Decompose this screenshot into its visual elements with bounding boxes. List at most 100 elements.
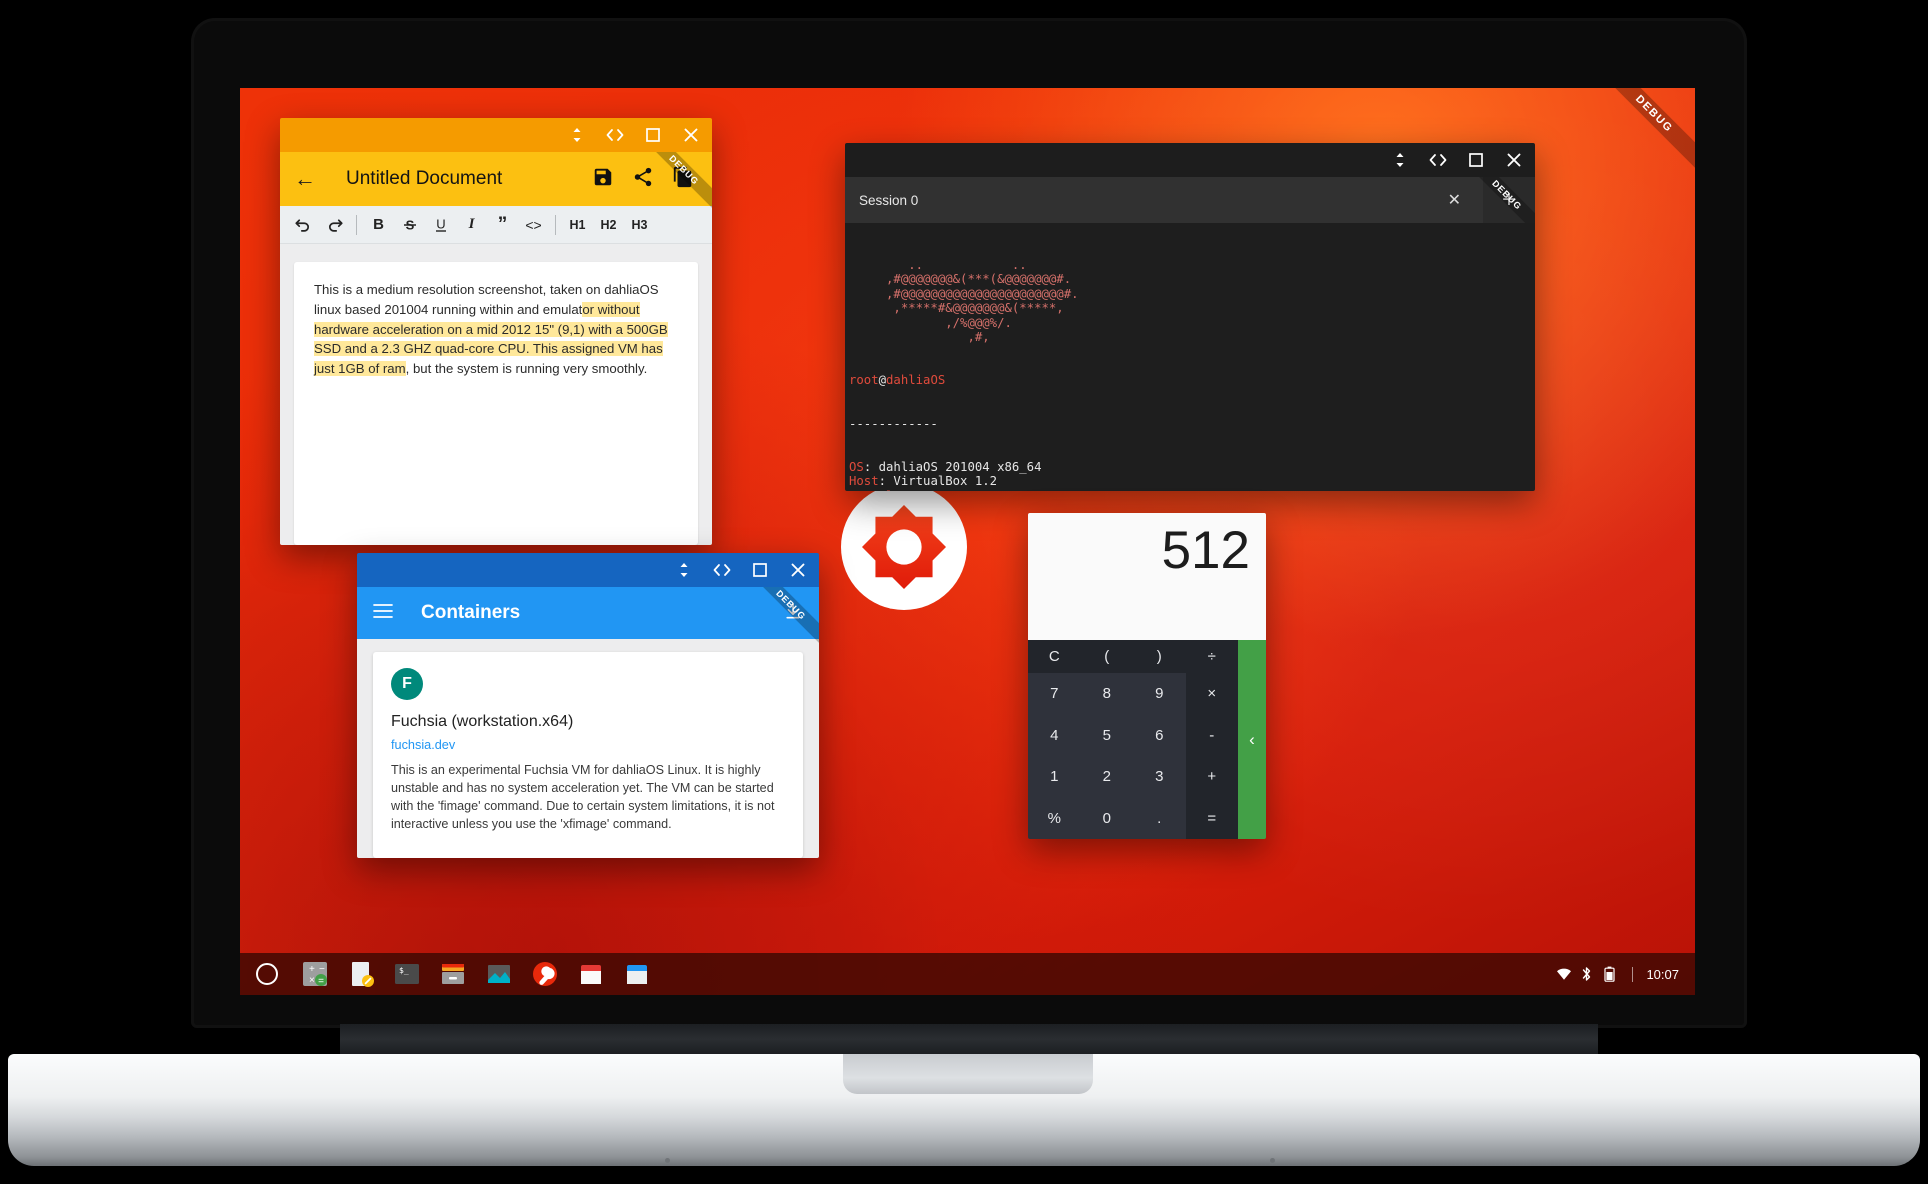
code-icon[interactable] (1427, 149, 1449, 171)
notes-pencil-icon[interactable] (346, 959, 376, 989)
close-icon[interactable] (680, 124, 702, 146)
quote-icon[interactable]: ” (487, 210, 518, 240)
calc-key--[interactable]: - (1185, 714, 1238, 756)
desktop-screen: DEBUG ← Untitled Document DEBUG B S U I … (240, 88, 1695, 995)
calc-key-+[interactable]: + (1185, 756, 1238, 798)
container-name: Fuchsia (workstation.x64) (391, 713, 574, 730)
clock[interactable]: 10:07 (1646, 967, 1679, 982)
code-icon[interactable]: <> (518, 210, 549, 240)
calc-key-÷[interactable]: ÷ (1185, 640, 1238, 673)
terminal-info-row: Kernel: 5.7.19 (849, 489, 1535, 491)
calc-key-([interactable]: ( (1080, 640, 1133, 673)
italic-icon[interactable]: I (456, 210, 487, 240)
calc-key-.[interactable]: . (1133, 797, 1186, 839)
calculator-display: 512 (1028, 513, 1266, 640)
tab-session-0[interactable]: Session 0 ✕ (845, 177, 1483, 223)
underline-icon[interactable]: U (425, 210, 456, 240)
containers-icon[interactable] (622, 959, 652, 989)
strikethrough-icon[interactable]: S (394, 210, 425, 240)
bluetooth-icon[interactable] (1580, 966, 1595, 982)
bold-icon[interactable]: B (363, 210, 394, 240)
download-icon[interactable] (783, 601, 803, 626)
hamburger-menu-icon[interactable] (373, 603, 393, 624)
calc-key-×[interactable]: × (1185, 673, 1238, 715)
calc-key-=[interactable]: = (1185, 797, 1238, 839)
h1-icon[interactable]: H1 (562, 210, 593, 240)
calc-key-)[interactable]: ) (1133, 640, 1186, 673)
calc-key-4[interactable]: 4 (1028, 714, 1081, 756)
settings-gear-wrench-icon[interactable] (530, 959, 560, 989)
calculator-icon[interactable]: + − × = (300, 959, 330, 989)
containers-titlebar[interactable] (357, 553, 819, 587)
svg-text:×: × (309, 975, 315, 986)
files-drawer-icon[interactable] (438, 959, 468, 989)
wifi-icon[interactable] (1556, 966, 1572, 982)
document-body: This is a medium resolution screenshot, … (280, 244, 712, 545)
maximize-icon[interactable] (642, 124, 664, 146)
terminal-icon[interactable]: $_ (392, 959, 422, 989)
container-description: This is an experimental Fuchsia VM for d… (391, 763, 775, 831)
share-icon[interactable] (632, 166, 658, 192)
calculator-value: 512 (1161, 521, 1250, 580)
document-appbar: ← Untitled Document DEBUG (280, 152, 712, 214)
calc-key-0[interactable]: 0 (1080, 797, 1133, 839)
redo-icon[interactable] (319, 210, 350, 240)
calculator-window[interactable]: 512 C() ÷ 7 8 9 × 4 5 6- 1 2 3 +% 0. = ‹ (1028, 513, 1266, 839)
calc-key-9[interactable]: 9 (1133, 673, 1186, 715)
system-tray: 10:07 (1556, 966, 1679, 982)
avatar: F (391, 668, 423, 700)
calc-key-1[interactable]: 1 (1028, 756, 1081, 798)
maximize-icon[interactable] (1465, 149, 1487, 171)
plus-icon[interactable]: + (1483, 177, 1535, 223)
save-floppy-icon[interactable] (592, 166, 618, 192)
page-title: Untitled Document (346, 168, 503, 189)
calc-key-3[interactable]: 3 (1133, 756, 1186, 798)
code-icon[interactable] (604, 124, 626, 146)
resize-icon[interactable] (1389, 149, 1411, 171)
maximize-icon[interactable] (749, 559, 771, 581)
terminal-output[interactable]: .. .. ,#@@@@@@@&(***(&@@@@@@@#. ,#@@@@@@… (845, 223, 1535, 491)
arrow-left-icon[interactable]: ← (294, 166, 320, 192)
terminal-info-value: : VirtualBox 1.2 (878, 474, 998, 489)
gallery-photo-icon[interactable] (484, 959, 514, 989)
copy-icon[interactable] (672, 166, 698, 192)
undo-icon[interactable] (288, 210, 319, 240)
calculator-number-grid: 7 8 9 × 4 5 6- 1 2 3 +% 0. = (1028, 673, 1238, 839)
calc-key-5[interactable]: 5 (1080, 714, 1133, 756)
calc-key-7[interactable]: 7 (1028, 673, 1081, 715)
terminal-ascii-art: .. .. ,#@@@@@@@&(***(&@@@@@@@#. ,#@@@@@@… (886, 257, 1079, 345)
calendar-icon[interactable] (576, 959, 606, 989)
laptop-foot-dot (665, 1158, 670, 1163)
taskbar-apps: + − × = $_ (300, 959, 1556, 989)
document-text-area[interactable]: This is a medium resolution screenshot, … (294, 262, 698, 545)
battery-icon[interactable] (1604, 966, 1619, 982)
calc-key-C[interactable]: C (1028, 640, 1081, 673)
calculator-top-row: C() ÷ (1028, 640, 1238, 673)
h2-icon[interactable]: H2 (593, 210, 624, 240)
calc-key-8[interactable]: 8 (1080, 673, 1133, 715)
h3-icon[interactable]: H3 (624, 210, 655, 240)
calc-key-6[interactable]: 6 (1133, 714, 1186, 756)
close-icon[interactable] (1503, 149, 1525, 171)
terminal-user: root (849, 373, 879, 388)
document-format-toolbar: B S U I ” <> H1 H2 H3 (280, 206, 712, 244)
terminal-window[interactable]: Session 0 ✕ + DEBUG .. .. ,#@@@@@@@&(***… (845, 143, 1535, 491)
terminal-info-row: OS: dahliaOS 201004 x86_64 (849, 460, 1535, 474)
calc-key-%[interactable]: % (1028, 797, 1081, 839)
backspace-chevron-icon[interactable]: ‹ (1238, 640, 1266, 839)
document-titlebar[interactable] (280, 118, 712, 152)
tab-label: Session 0 (859, 192, 919, 208)
close-icon[interactable]: ✕ (1440, 190, 1469, 210)
container-card-fuchsia[interactable]: F Fuchsia (workstation.x64) fuchsia.dev … (373, 652, 803, 858)
resize-icon[interactable] (566, 124, 588, 146)
document-editor-window[interactable]: ← Untitled Document DEBUG B S U I ” <> H… (280, 118, 712, 545)
terminal-titlebar[interactable] (845, 143, 1535, 177)
container-link[interactable]: fuchsia.dev (391, 738, 785, 752)
code-icon[interactable] (711, 559, 733, 581)
close-icon[interactable] (787, 559, 809, 581)
containers-window[interactable]: Containers DEBUG F Fuchsia (workstation.… (357, 553, 819, 858)
calc-key-2[interactable]: 2 (1080, 756, 1133, 798)
resize-icon[interactable] (673, 559, 695, 581)
terminal-system-info: OS: dahliaOS 201004 x86_64 Host: VirtualB… (849, 460, 1535, 491)
home-circle-icon[interactable] (256, 963, 278, 985)
